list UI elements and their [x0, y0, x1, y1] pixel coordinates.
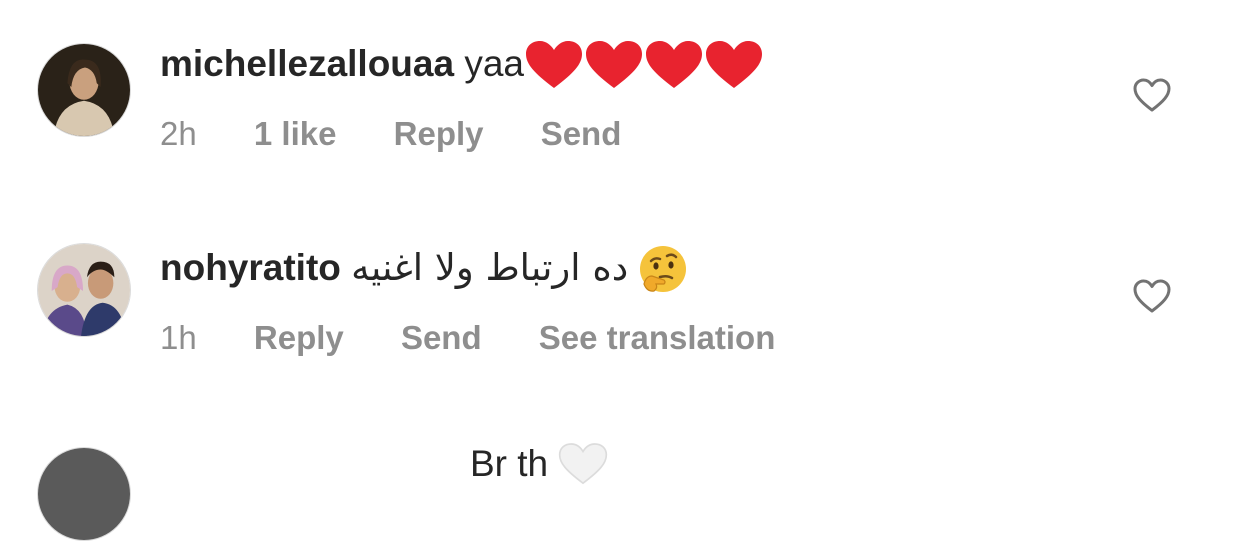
comment-text-line: nohyratito ده ارتباط ولا اغنيه: [160, 244, 688, 296]
white-heart-emoji: [558, 442, 608, 490]
comment-text: ده ارتباط ولا اغنيه: [351, 246, 629, 289]
reply-button[interactable]: Reply: [254, 319, 344, 356]
red-heart-emoji-group: [524, 40, 764, 92]
see-translation-button[interactable]: See translation: [539, 319, 776, 356]
avatar[interactable]: [37, 243, 131, 337]
send-button[interactable]: Send: [541, 115, 622, 152]
likes-count-link[interactable]: 1 like: [254, 115, 337, 152]
white-heart-icon: [559, 443, 608, 485]
avatar[interactable]: [37, 447, 131, 541]
send-button[interactable]: Send: [401, 319, 482, 356]
reply-button[interactable]: Reply: [394, 115, 484, 152]
avatar[interactable]: [37, 43, 131, 137]
comment-time: 2h: [160, 115, 197, 152]
comment-text-line: Br th: [160, 440, 608, 490]
comment-text-line: michellezallouaa yaa: [160, 40, 764, 92]
comment-time: 1h: [160, 319, 197, 356]
like-heart-icon[interactable]: [1132, 277, 1172, 317]
comment-meta: 1h Reply Send See translation: [160, 318, 823, 358]
comment-username[interactable]: michellezallouaa: [160, 43, 454, 84]
comment-username[interactable]: nohyratito: [160, 247, 341, 288]
thinking-face-icon: [640, 246, 687, 293]
red-heart-icon: [526, 41, 763, 89]
comment-text: Br th: [470, 443, 549, 484]
like-heart-icon[interactable]: [1132, 76, 1172, 116]
comment-meta: 2h 1 like Reply Send: [160, 114, 669, 154]
comment-text: yaa: [464, 43, 525, 84]
thinking-face-emoji: [638, 244, 688, 296]
